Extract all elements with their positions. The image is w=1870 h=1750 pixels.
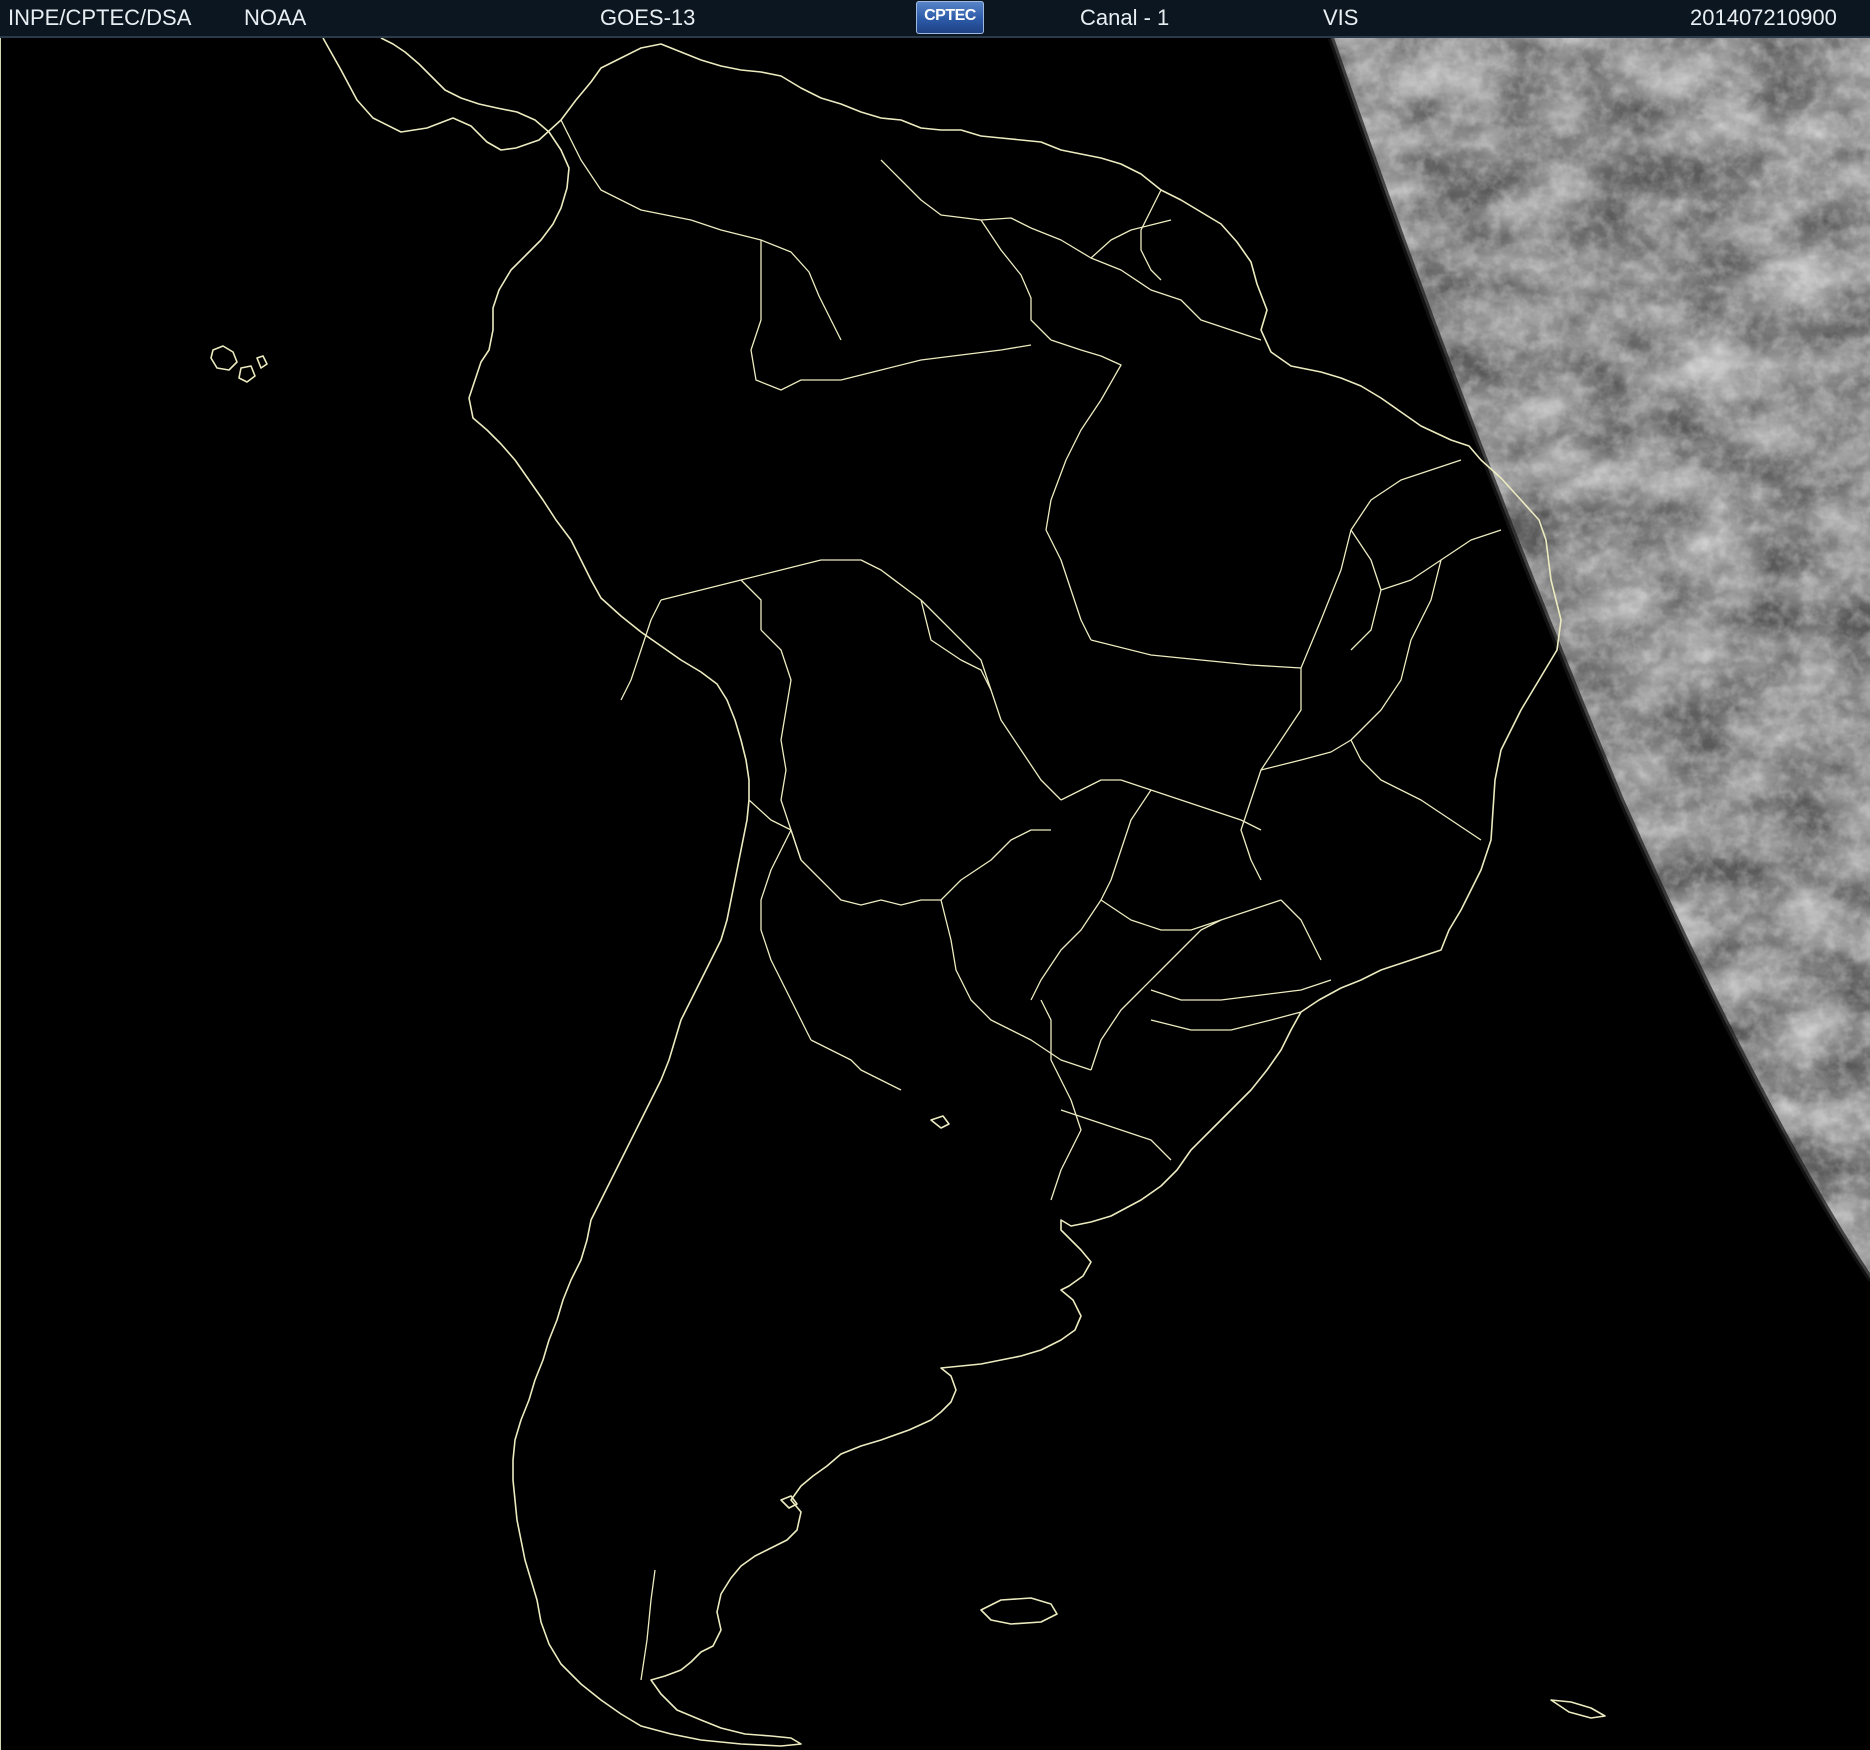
- agency-label: INPE/CPTEC/DSA: [8, 5, 192, 30]
- timestamp-label: 201407210900: [1690, 5, 1837, 30]
- islands: [210, 345, 1606, 1719]
- band-label: VIS: [1323, 5, 1359, 30]
- channel-label: Canal - 1: [1080, 5, 1170, 30]
- satellite-label: GOES-13: [600, 5, 696, 30]
- south-america-coastline: [322, 38, 1562, 1747]
- day-side-imagery: [1331, 38, 1870, 1280]
- satellite-image-frame: INPE/CPTEC/DSA NOAA GOES-13 CPTEC Canal …: [0, 0, 1870, 1750]
- cptec-logo: CPTEC: [916, 1, 984, 34]
- source-label: NOAA: [244, 5, 307, 30]
- satellite-map: [0, 38, 1870, 1750]
- country-and-state-borders: [560, 119, 1502, 1681]
- image-header-bar: INPE/CPTEC/DSA NOAA GOES-13 CPTEC Canal …: [0, 0, 1870, 38]
- map-svg: [210, 38, 1870, 1747]
- cptec-logo-text: CPTEC: [924, 7, 976, 24]
